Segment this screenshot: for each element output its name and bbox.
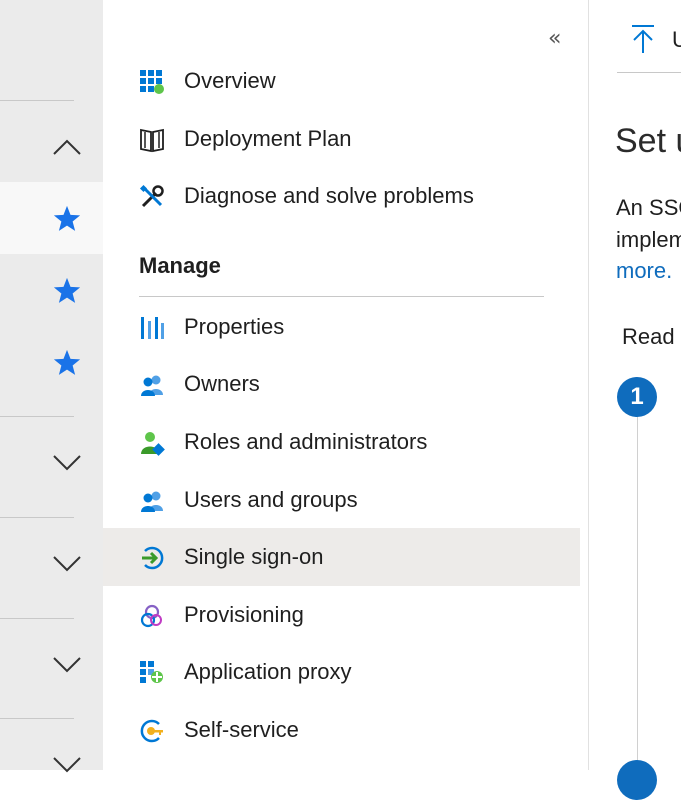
admin-person-icon [141, 432, 165, 456]
menu-item-label: Properties [184, 314, 285, 339]
menu-item-application-proxy[interactable]: Application proxy [103, 643, 580, 701]
book-icon [140, 128, 164, 153]
menu-item-single-sign-on[interactable]: Single sign-on [103, 528, 580, 586]
rail-divider [0, 100, 74, 101]
menu-item-label: Provisioning [184, 602, 304, 627]
sign-in-arrow-icon [142, 546, 164, 570]
menu-item-label: Diagnose and solve problems [184, 183, 474, 208]
menu-item-label: Self-service [184, 717, 299, 742]
menu-item-provisioning[interactable]: Provisioning [103, 586, 580, 644]
command-bar-divider [617, 72, 681, 73]
menu-item-roles[interactable]: Roles and administrators [103, 413, 580, 471]
upload-command-label[interactable]: U [672, 27, 681, 53]
app-proxy-grid-icon [140, 661, 163, 683]
people-icon [141, 375, 163, 396]
chevron-down-icon[interactable] [52, 555, 82, 573]
rail-divider [0, 718, 74, 719]
step-badge [617, 760, 657, 800]
people-icon [141, 491, 163, 512]
rail-divider [0, 517, 74, 518]
menu-item-label: Deployment Plan [184, 126, 352, 151]
menu-item-owners[interactable]: Owners [103, 355, 580, 413]
menu-item-label: Owners [184, 371, 260, 396]
menu-item-label: Overview [184, 68, 276, 93]
star-icon[interactable] [52, 348, 82, 378]
page-title: Set u [615, 122, 681, 160]
star-icon[interactable] [52, 204, 82, 234]
chevron-up-icon[interactable] [52, 138, 82, 156]
properties-bars-icon [141, 317, 164, 339]
collapse-menu-button[interactable]: « [548, 28, 570, 50]
left-rail [0, 0, 103, 773]
rail-divider [0, 416, 74, 417]
menu-item-label: Single sign-on [184, 544, 324, 569]
menu-item-diagnose[interactable]: Diagnose and solve problems [103, 167, 580, 225]
upload-icon[interactable] [630, 24, 656, 54]
step-badge: 1 [617, 377, 657, 417]
menu-item-deployment-plan[interactable]: Deployment Plan [103, 110, 580, 168]
read-text: Read t [622, 324, 681, 349]
menu-item-label: Application proxy [184, 659, 352, 684]
menu-item-overview[interactable]: Overview [103, 52, 580, 110]
chevron-down-icon[interactable] [52, 656, 82, 674]
menu-item-self-service[interactable]: Self-service [103, 701, 580, 759]
section-title-manage: Manage [139, 253, 221, 278]
chevron-down-icon[interactable] [52, 756, 82, 774]
description-text: implem [616, 227, 681, 252]
pane-separator [588, 0, 589, 770]
menu-item-label: Users and groups [184, 487, 358, 512]
rail-divider [0, 618, 74, 619]
overview-grid-icon [140, 70, 164, 94]
section-divider [139, 296, 544, 297]
wrench-screwdriver-icon [139, 184, 164, 208]
chevron-down-icon[interactable] [52, 454, 82, 472]
learn-more-link[interactable]: more. [616, 258, 672, 284]
menu-item-users-groups[interactable]: Users and groups [103, 471, 580, 529]
provisioning-cycle-icon [140, 604, 162, 628]
menu-item-label: Roles and administrators [184, 429, 428, 454]
star-icon[interactable] [52, 276, 82, 306]
self-service-key-icon [140, 719, 163, 743]
menu-item-properties[interactable]: Properties [103, 298, 580, 356]
step-connector [637, 416, 638, 770]
description-text: An SSO [616, 195, 681, 220]
